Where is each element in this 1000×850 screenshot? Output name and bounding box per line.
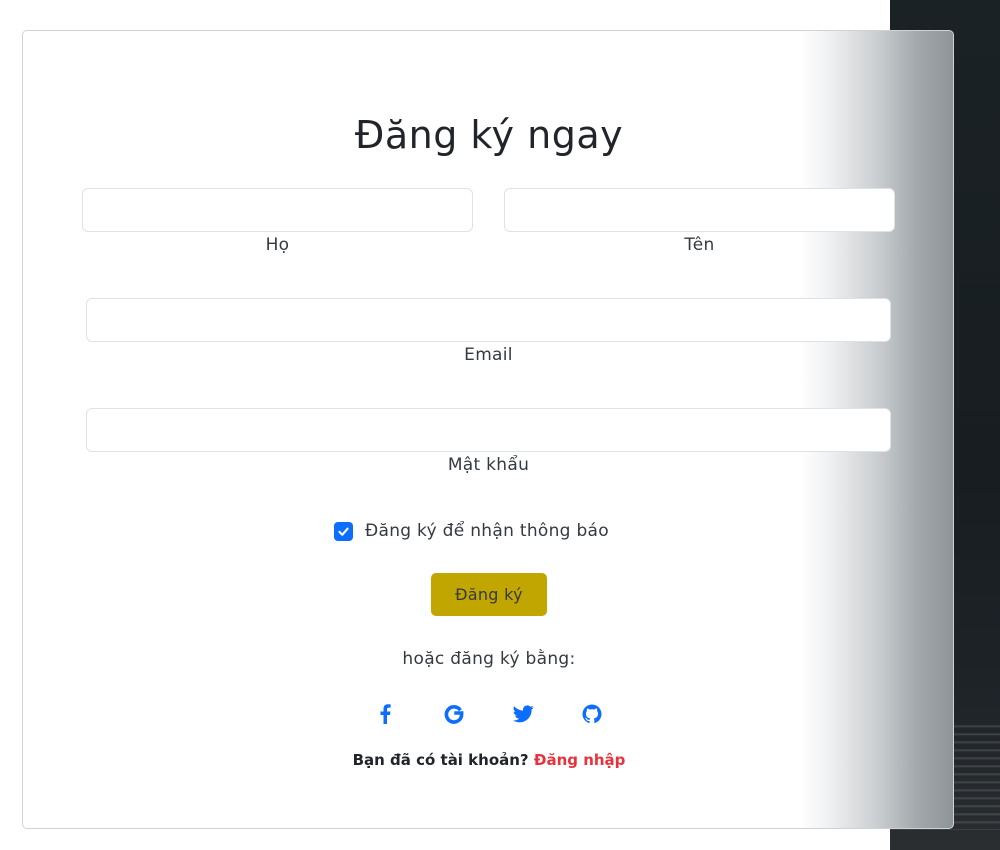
- social-buttons: [369, 701, 608, 727]
- page-title: Đăng ký ngay: [354, 113, 624, 157]
- email-input[interactable]: [86, 298, 891, 342]
- password-input[interactable]: [86, 408, 891, 452]
- facebook-icon: [380, 704, 391, 724]
- password-group: Mật khẩu: [86, 408, 891, 475]
- facebook-button[interactable]: [369, 701, 401, 727]
- first-name-input[interactable]: [504, 188, 895, 232]
- alt-signup-text: hoặc đăng ký bằng:: [402, 649, 576, 669]
- twitter-icon: [512, 705, 534, 723]
- password-label: Mật khẩu: [447, 455, 530, 475]
- login-link[interactable]: Đăng nhập: [534, 751, 626, 769]
- last-name-label: Họ: [265, 235, 290, 255]
- last-name-group: Họ: [82, 188, 473, 255]
- email-group: Email: [86, 298, 891, 365]
- first-name-group: Tên: [504, 188, 895, 255]
- check-icon: [338, 527, 349, 536]
- signup-button[interactable]: Đăng ký: [431, 573, 547, 616]
- page: Đăng ký ngay Họ Tên Email Mật khẩu Đăng …: [0, 0, 1000, 850]
- twitter-button[interactable]: [507, 701, 539, 727]
- newsletter-option: Đăng ký để nhận thông báo: [334, 518, 609, 544]
- github-button[interactable]: [576, 701, 608, 727]
- login-prompt-text: Bạn đã có tài khoản?: [352, 751, 529, 769]
- email-label: Email: [464, 345, 513, 365]
- github-icon: [582, 704, 602, 724]
- signup-card: Đăng ký ngay Họ Tên Email Mật khẩu Đăng …: [22, 30, 954, 829]
- google-icon: [444, 705, 464, 724]
- google-button[interactable]: [438, 701, 470, 727]
- last-name-input[interactable]: [82, 188, 473, 232]
- first-name-label: Tên: [684, 235, 715, 255]
- newsletter-checkbox[interactable]: [334, 521, 353, 541]
- login-prompt: Bạn đã có tài khoản? Đăng nhập: [23, 751, 955, 769]
- newsletter-label[interactable]: Đăng ký để nhận thông báo: [365, 521, 609, 541]
